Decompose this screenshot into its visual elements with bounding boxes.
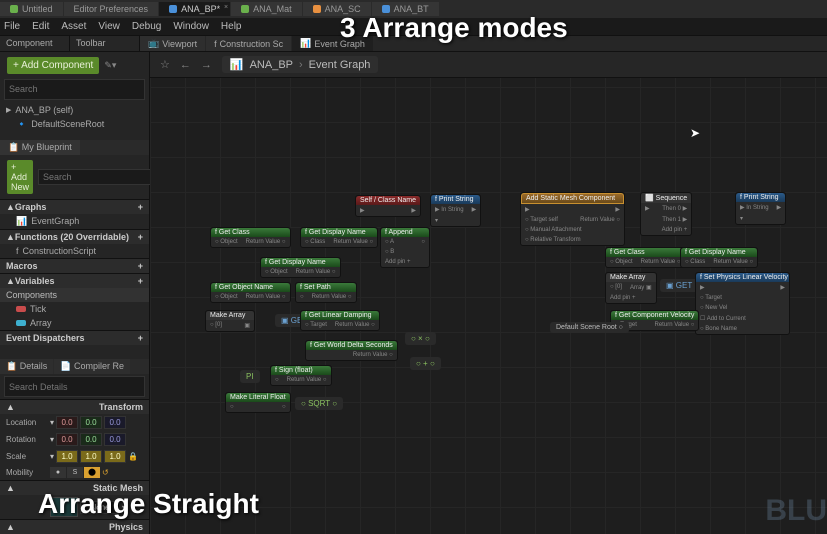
viewport-tab[interactable]: 📺 Viewport [140,36,205,51]
components-tab[interactable]: Component [0,36,70,51]
overlay-subtitle: Arrange Straight [38,488,259,520]
node-get-display-name-1[interactable]: f Get Display Name○ ClassReturn Value ○ [300,227,378,248]
hierarchy-defaultsceneroot[interactable]: 🔹 DefaultSceneRoot [0,117,149,132]
tab-ana-mat[interactable]: ANA_Mat [231,2,302,16]
menu-edit[interactable]: Edit [32,21,49,32]
scale-row: Scale▾1.01.01.0🔒 [0,448,149,465]
watermark: BLU [765,494,827,528]
node-set-physics-linear[interactable]: f Set Physics Linear Velocity▶▶○ Target○… [695,272,790,335]
variable-tick[interactable]: Tick [0,302,149,316]
mobility-static[interactable]: ● [50,467,66,478]
blueprint-crumb-icon: 📊 [230,58,244,71]
transform-header[interactable]: ▲Transform [0,399,149,414]
node-make-literal-float[interactable]: Make Literal Float○○ [225,392,291,413]
variable-array[interactable]: Array [0,316,149,330]
menu-view[interactable]: View [98,21,120,32]
node-get-class[interactable]: f Get Class○ ObjectReturn Value ○ [210,227,291,248]
tab-untitled[interactable]: Untitled [0,2,63,16]
mobility-stationary[interactable]: S [67,467,83,478]
section-functions[interactable]: ▲Functions (20 Overridable)+ [0,229,149,244]
reset-icon[interactable]: ↺ [102,468,109,477]
nav-back-icon[interactable]: ← [180,59,191,71]
menu-asset[interactable]: Asset [61,21,86,32]
node-add[interactable]: ○ + ○ [410,357,441,370]
add-component-button[interactable]: + Add Component [7,57,99,74]
add-macro-icon[interactable]: + [138,261,143,271]
tab-ana-bp[interactable]: ANA_BP*× [159,2,230,16]
overlay-title: 3 Arrange modes [340,12,568,44]
blueprint-icon [169,5,177,13]
level-icon [10,5,18,13]
menu-help[interactable]: Help [221,21,242,32]
node-sequence[interactable]: ⬜ Sequence▶Then 0 ▶Then 1 ▶Add pin + [640,192,692,236]
node-set-path[interactable]: f Set Path○Return Value ○ [295,282,357,303]
node-get-linear-damping[interactable]: f Get Linear Damping○ TargetReturn Value… [300,310,380,331]
node-get-display-name-2[interactable]: f Get Display Name○ ObjectReturn Value ○ [260,257,341,278]
add-graph-icon[interactable]: + [138,202,143,212]
myblueprint-search[interactable] [38,169,165,185]
soundcue-icon [313,5,321,13]
node-add-static-mesh[interactable]: Add Static Mesh Component▶▶○ Target self… [520,192,625,246]
cursor-icon: ➤ [690,126,700,140]
section-variables[interactable]: ▲Variables+ [0,273,149,288]
add-new-button[interactable]: + Add New [7,160,33,194]
node-mul[interactable]: ○ × ○ [405,332,436,345]
left-panel: + Add Component ✎▾ ▶ANA_BP (self) 🔹 Defa… [0,52,150,534]
add-variable-icon[interactable]: + [138,276,143,286]
node-print-string-2[interactable]: f Print String▶ In String▶▾ [735,192,786,225]
edit-icon[interactable]: ✎▾ [104,60,116,71]
location-row: Location▾0.00.00.0 [0,414,149,431]
node-sqrt[interactable]: ○ SQRT ○ [295,397,343,410]
details-tab[interactable]: 📋 Details [0,359,53,374]
node-get-display-name-3[interactable]: f Get Display Name○ ClassReturn Value ○ [680,247,758,268]
node-self-class[interactable]: Self / Class Name▶▶ [355,195,421,217]
details-search[interactable] [4,376,145,397]
nav-forward-icon[interactable]: → [201,59,212,71]
function-construction[interactable]: f ConstructionScript [0,244,149,258]
node-get-class-2[interactable]: f Get Class○ ObjectReturn Value ○ [605,247,686,268]
menu-file[interactable]: File [4,21,20,32]
physics-header[interactable]: ▲Physics [0,519,149,534]
node-pi[interactable]: PI [240,370,260,383]
graph-toolbar: ☆ ← → 📊 ANA_BP › Event Graph [150,52,827,78]
construction-tab[interactable]: f Construction Sc [206,36,291,51]
menu-window[interactable]: Window [173,21,209,32]
toolbar-tab[interactable]: Toolbar [70,36,140,51]
node-make-array-2[interactable]: Make Array○ [0]Array ▣Add pin + [605,272,657,304]
material-icon [241,5,249,13]
node-default-scene-root[interactable]: Default Scene Root ○ [550,322,629,333]
node-get-world-delta[interactable]: f Get World Delta SecondsReturn Value ○ [305,340,398,361]
compiler-results-tab[interactable]: 📄 Compiler Re [54,359,130,374]
component-search[interactable] [4,79,145,100]
variables-components[interactable]: Components [0,288,149,302]
node-make-array-1[interactable]: Make Array○ [0]▣ [205,310,255,332]
menu-debug[interactable]: Debug [132,21,161,32]
breadcrumb[interactable]: 📊 ANA_BP › Event Graph [222,56,379,73]
node-sign-float[interactable]: f Sign (float)○Return Value ○ [270,365,332,386]
node-get-object-name[interactable]: f Get Object Name○ ObjectReturn Value ○ [210,282,291,303]
favorite-icon[interactable]: ☆ [160,58,170,71]
mobility-row: Mobility ● S ⬤ ↺ [0,465,149,480]
add-dispatcher-icon[interactable]: + [138,333,143,343]
section-dispatchers[interactable]: Event Dispatchers+ [0,330,149,345]
tab-editor-prefs[interactable]: Editor Preferences [64,2,159,16]
rotation-row: Rotation▾0.00.00.0 [0,431,149,448]
add-function-icon[interactable]: + [138,232,143,242]
section-graphs[interactable]: ▲Graphs+ [0,199,149,214]
node-print-string-1[interactable]: f Print String▶ In String▶▾ [430,194,481,227]
my-blueprint-tab[interactable]: 📋 My Blueprint [0,140,80,155]
graph-eventgraph[interactable]: 📊 EventGraph [0,214,149,229]
section-macros[interactable]: Macros+ [0,258,149,273]
mobility-movable[interactable]: ⬤ [84,467,100,478]
graph-canvas[interactable]: ☆ ← → 📊 ANA_BP › Event Graph Self / Clas… [150,52,827,534]
node-append[interactable]: f Append○ A○○ BAdd pin + [380,227,430,268]
hierarchy-root[interactable]: ▶ANA_BP (self) [0,103,149,117]
